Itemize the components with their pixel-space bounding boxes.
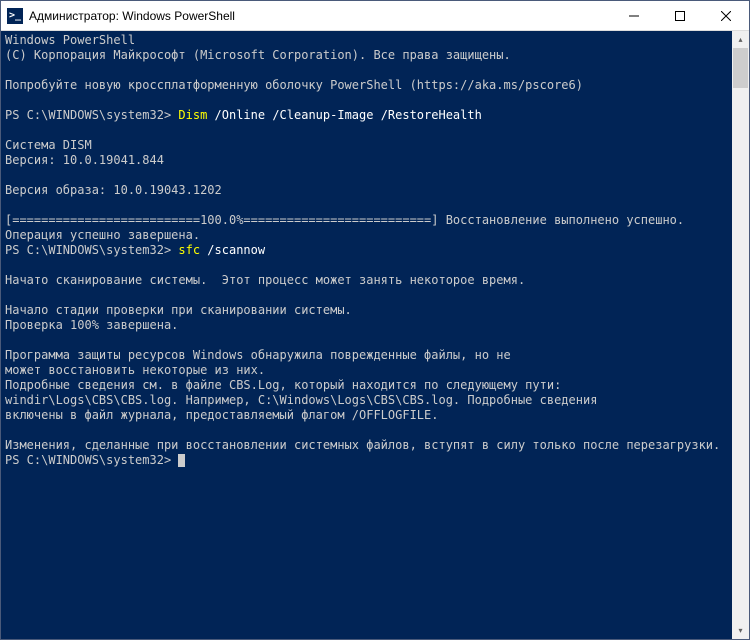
output-line: Начало стадии проверки при сканировании … xyxy=(5,303,352,317)
output-line: Cистема DISM xyxy=(5,138,92,152)
app-icon: >_ xyxy=(7,8,23,24)
output-line: Версия: 10.0.19041.844 xyxy=(5,153,164,167)
window-title: Администратор: Windows PowerShell xyxy=(29,9,611,23)
output-line: Операция успешно завершена. xyxy=(5,228,200,242)
console-output[interactable]: Windows PowerShell (C) Корпорация Майкро… xyxy=(1,31,732,639)
cursor xyxy=(178,454,185,467)
command-args: /Online /Cleanup-Image /RestoreHealth xyxy=(207,108,482,122)
powershell-window: >_ Администратор: Windows PowerShell Win… xyxy=(0,0,750,640)
maximize-button[interactable] xyxy=(657,1,703,30)
titlebar[interactable]: >_ Администратор: Windows PowerShell xyxy=(1,1,749,31)
prompt-path: PS C:\WINDOWS\system32> xyxy=(5,453,178,467)
command-args: /scannow xyxy=(200,243,265,257)
output-line: Попробуйте новую кроссплатформенную обол… xyxy=(5,78,583,92)
scroll-up-arrow[interactable]: ▴ xyxy=(732,31,749,48)
output-line: Windows PowerShell xyxy=(5,33,135,47)
output-line: Проверка 100% завершена. xyxy=(5,318,178,332)
scroll-down-arrow[interactable]: ▾ xyxy=(732,622,749,639)
vertical-scrollbar[interactable]: ▴ ▾ xyxy=(732,31,749,639)
output-line: Подробные сведения см. в файле CBS.Log, … xyxy=(5,378,561,392)
output-line: Программа защиты ресурсов Windows обнару… xyxy=(5,348,511,362)
window-controls xyxy=(611,1,749,30)
scroll-thumb[interactable] xyxy=(733,48,748,88)
output-line: windir\Logs\CBS\CBS.log. Например, C:\Wi… xyxy=(5,393,597,407)
command-name: Dism xyxy=(178,108,207,122)
command-name: sfc xyxy=(178,243,200,257)
prompt-path: PS C:\WINDOWS\system32> xyxy=(5,243,178,257)
scroll-track[interactable] xyxy=(732,48,749,622)
output-progress: [==========================100.0%=======… xyxy=(5,213,684,227)
output-line: Начато сканирование системы. Этот процес… xyxy=(5,273,525,287)
output-line: Версия образа: 10.0.19043.1202 xyxy=(5,183,222,197)
output-line: (C) Корпорация Майкрософт (Microsoft Cor… xyxy=(5,48,511,62)
console-area: Windows PowerShell (C) Корпорация Майкро… xyxy=(1,31,749,639)
close-button[interactable] xyxy=(703,1,749,30)
output-line: Изменения, сделанные при восстановлении … xyxy=(5,438,720,452)
minimize-button[interactable] xyxy=(611,1,657,30)
prompt-path: PS C:\WINDOWS\system32> xyxy=(5,108,178,122)
output-line: включены в файл журнала, предоставляемый… xyxy=(5,408,438,422)
app-icon-glyph: >_ xyxy=(9,10,21,21)
output-line: может восстановить некоторые из них. xyxy=(5,363,265,377)
